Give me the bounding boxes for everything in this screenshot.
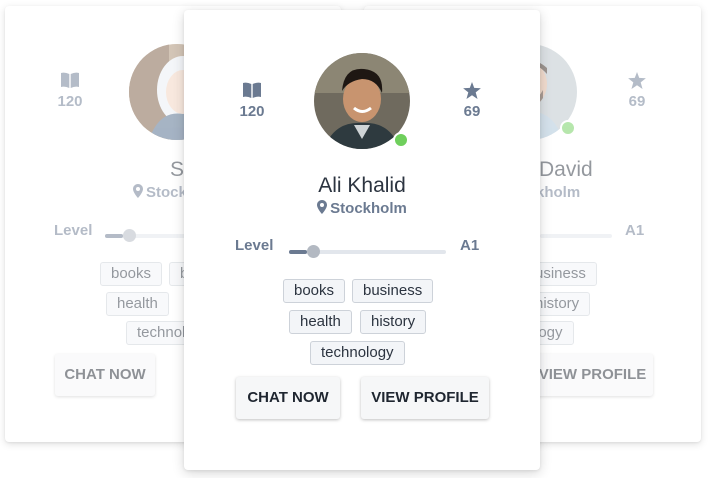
- chat-now-button[interactable]: CHAT NOW: [236, 377, 340, 419]
- profile-name: David: [539, 158, 593, 181]
- profile-name: Ali Khalid: [318, 174, 406, 197]
- view-profile-button[interactable]: VIEW PROFILE: [532, 354, 653, 396]
- profile-card-ali-khalid[interactable]: 120 69 Ali Khalid Stockholm Level A1 boo…: [184, 10, 540, 470]
- books-stat: 120: [40, 72, 100, 110]
- tag: health: [106, 292, 169, 316]
- location-text: Stockholm: [330, 200, 407, 217]
- level-slider[interactable]: [289, 245, 446, 258]
- online-status-indicator: [393, 132, 409, 148]
- tag: books: [100, 262, 163, 286]
- profile-location: kholm: [536, 184, 581, 201]
- tag-books: books: [283, 279, 346, 303]
- tag-health: health: [289, 310, 352, 334]
- books-stat: 120: [222, 82, 282, 120]
- level-value: A1: [460, 237, 480, 254]
- star-icon: [463, 82, 481, 99]
- level-label: Level: [235, 237, 274, 254]
- stars-stat: 69: [607, 72, 667, 110]
- book-icon: [61, 72, 79, 88]
- chat-now-button[interactable]: CHAT NOW: [55, 354, 155, 396]
- profile-location: Stockholm: [262, 200, 462, 217]
- map-pin-icon: [133, 184, 143, 198]
- stars-count: 69: [463, 103, 481, 120]
- tag-technology: technology: [310, 341, 405, 365]
- tag-business: business: [352, 279, 434, 303]
- online-status-indicator: [560, 120, 576, 136]
- view-profile-button[interactable]: VIEW PROFILE: [361, 377, 489, 419]
- books-count: 120: [239, 103, 265, 120]
- map-pin-icon: [317, 200, 328, 214]
- book-icon: [243, 82, 261, 98]
- level-label: Level: [54, 222, 93, 239]
- level-slider-knob[interactable]: [307, 245, 320, 258]
- tag-history: history: [360, 310, 427, 334]
- level-slider-fill: [289, 250, 307, 254]
- stars-stat: 69: [442, 82, 502, 120]
- level-slider: [540, 234, 612, 238]
- star-icon: [628, 72, 646, 89]
- stars-count: 69: [628, 93, 646, 110]
- level-value: A1: [625, 222, 645, 239]
- books-count: 120: [57, 93, 83, 110]
